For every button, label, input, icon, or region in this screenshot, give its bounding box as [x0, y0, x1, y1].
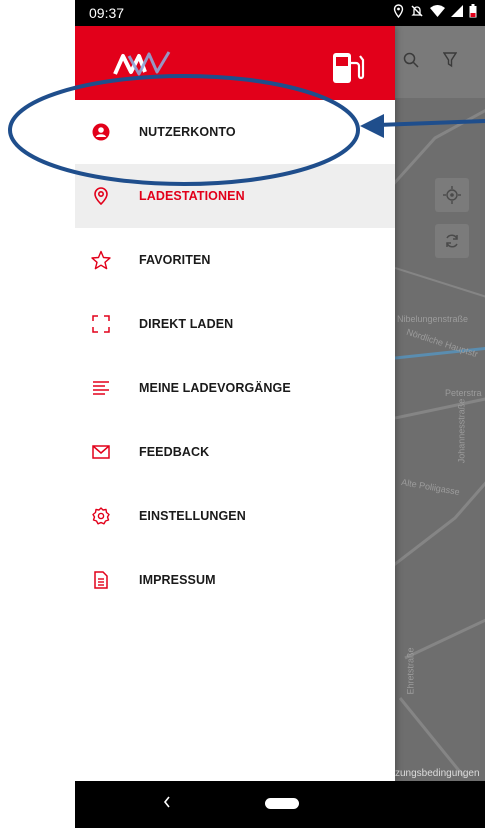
menu-item-feedback[interactable]: FEEDBACK	[75, 420, 395, 484]
signal-icon	[451, 5, 463, 17]
home-button[interactable]	[265, 798, 299, 809]
list-icon	[91, 378, 111, 398]
back-button[interactable]	[162, 795, 172, 814]
menu-item-label: DIREKT LADEN	[139, 317, 234, 331]
menu-item-direkt-laden[interactable]: DIREKT LADEN	[75, 292, 395, 356]
phone-screen: 09:37 Nibelungenstraße Nördliche Hauptst…	[75, 0, 485, 828]
mail-icon	[91, 442, 111, 462]
locate-button[interactable]	[435, 178, 469, 212]
wifi-icon	[430, 5, 445, 17]
drawer-menu: NUTZERKONTO LADESTATIONEN FAVORITEN DIRE…	[75, 100, 395, 612]
scan-icon	[91, 314, 111, 334]
map-view[interactable]: Nibelungenstraße Nördliche Hauptstr Pete…	[395, 26, 485, 781]
account-icon	[91, 122, 111, 142]
navigation-drawer: NUTZERKONTO LADESTATIONEN FAVORITEN DIRE…	[75, 26, 395, 781]
menu-item-favoriten[interactable]: FAVORITEN	[75, 228, 395, 292]
menu-item-label: FEEDBACK	[139, 445, 210, 459]
menu-item-label: EINSTELLUNGEN	[139, 509, 246, 523]
status-time: 09:37	[89, 5, 125, 21]
crosshair-icon	[443, 186, 461, 204]
chevron-left-icon	[163, 796, 170, 808]
menu-item-label: FAVORITEN	[139, 253, 211, 267]
mute-icon	[410, 4, 424, 18]
location-icon	[393, 4, 404, 18]
system-nav-bar	[75, 781, 485, 828]
filter-icon[interactable]	[442, 52, 458, 73]
menu-item-impressum[interactable]: IMPRESSUM	[75, 548, 395, 612]
street-label: Nibelungenstraße	[397, 314, 469, 324]
document-icon	[91, 570, 111, 590]
menu-item-nutzerkonto[interactable]: NUTZERKONTO	[75, 100, 395, 164]
menu-item-label: IMPRESSUM	[139, 573, 216, 587]
status-bar: 09:37	[75, 0, 485, 26]
battery-icon	[469, 4, 477, 18]
mw-logo	[113, 48, 173, 85]
menu-item-ladestationen[interactable]: LADESTATIONEN	[75, 164, 395, 228]
refresh-icon	[446, 234, 458, 248]
search-icon[interactable]	[403, 52, 419, 73]
menu-item-einstellungen[interactable]: EINSTELLUNGEN	[75, 484, 395, 548]
refresh-button[interactable]	[435, 224, 469, 258]
menu-item-label: LADESTATIONEN	[139, 189, 245, 203]
star-icon	[91, 250, 111, 270]
drawer-header	[75, 26, 395, 100]
street-label: Peterstra	[445, 388, 482, 398]
map-pin-icon	[91, 186, 111, 206]
menu-item-label: MEINE LADEVORGÄNGE	[139, 381, 291, 395]
gear-icon	[91, 506, 111, 526]
map-terms-link[interactable]: zungsbedingungen	[395, 768, 480, 779]
street-label: Ehretstraße	[405, 647, 416, 695]
ev-charger-icon	[331, 51, 365, 92]
menu-item-meine-ladevorgaenge[interactable]: MEINE LADEVORGÄNGE	[75, 356, 395, 420]
street-label: Johannesstraße	[456, 398, 467, 464]
menu-item-label: NUTZERKONTO	[139, 125, 236, 139]
